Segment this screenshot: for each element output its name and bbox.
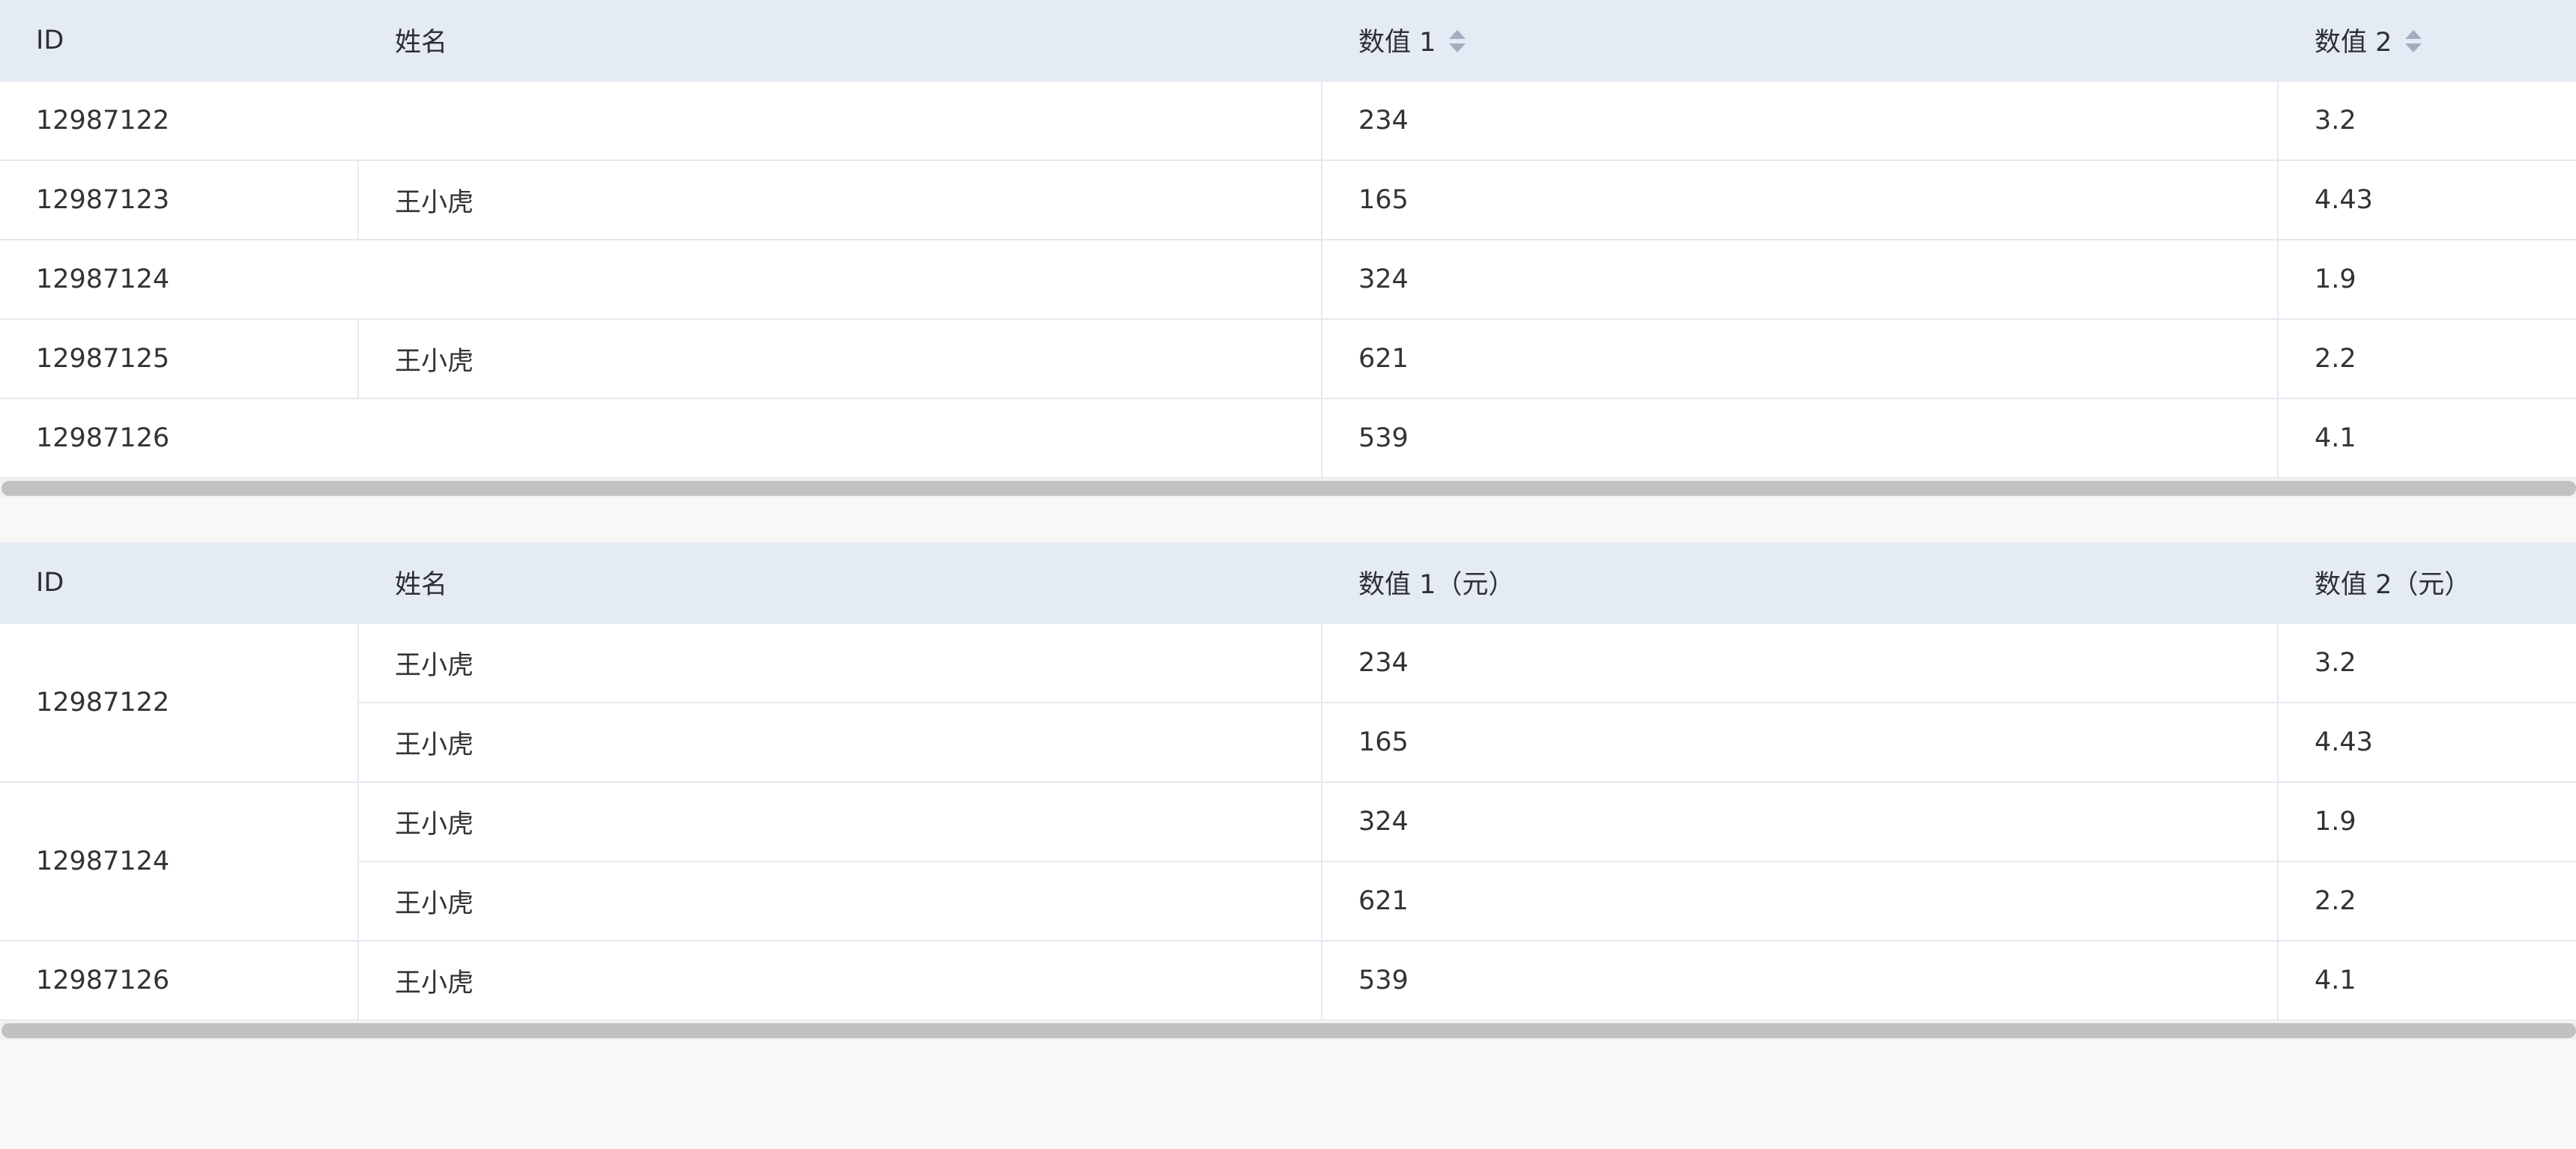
cell-value1: 324 xyxy=(1322,240,2279,320)
cell-value1: 234 xyxy=(1322,81,2279,161)
cell-value2: 4.43 xyxy=(2278,703,2576,783)
cell-name: 王小虎 xyxy=(358,319,1322,399)
page: ID 姓名 数值 1 数值 2 12987122 234 3.2 1298712… xyxy=(0,0,2576,1149)
sort-icon[interactable] xyxy=(2405,28,2422,54)
cell-name: 王小虎 xyxy=(358,623,1322,703)
cell-id: 12987124 xyxy=(0,240,358,320)
horizontal-scrollbar[interactable] xyxy=(0,1022,2576,1040)
scrollbar-thumb[interactable] xyxy=(1,1023,2576,1038)
header-value1-label: 数值 1 xyxy=(1358,28,1436,58)
cell-value2: 3.2 xyxy=(2278,623,2576,703)
table-row: 王小虎 165 4.43 xyxy=(0,703,2576,783)
table-row: 12987122 234 3.2 xyxy=(0,81,2576,161)
table-row: 12987125 王小虎 621 2.2 xyxy=(0,319,2576,399)
cell-value1: 539 xyxy=(1322,941,2279,1021)
cell-value1: 621 xyxy=(1322,319,2279,399)
table-row: 12987126 王小虎 539 4.1 xyxy=(0,941,2576,1021)
cell-id: 12987126 xyxy=(0,398,358,479)
cell-id: 12987122 xyxy=(0,623,359,783)
cell-value2: 3.2 xyxy=(2278,81,2576,161)
cell-value1: 165 xyxy=(1322,703,2279,783)
table-row: 12987123 王小虎 165 4.43 xyxy=(0,160,2576,240)
table-row: 12987122 王小虎 234 3.2 xyxy=(0,623,2576,783)
cell-name xyxy=(358,81,1322,161)
cell-value1: 234 xyxy=(1322,623,2279,703)
cell-value2: 2.2 xyxy=(2278,319,2576,399)
header-value1[interactable]: 数值 1 xyxy=(1322,0,2279,82)
cell-value2: 2.2 xyxy=(2278,861,2576,942)
cell-value1: 165 xyxy=(1322,160,2279,240)
table-header-row: ID 姓名 数值 1 数值 2 xyxy=(0,0,2576,82)
cell-value1: 324 xyxy=(1322,782,2279,862)
header-value2: 数值 2（元） xyxy=(2278,542,2576,624)
horizontal-scrollbar[interactable] xyxy=(0,479,2576,497)
cell-value2: 4.1 xyxy=(2278,941,2576,1021)
header-value2-label: 数值 2 xyxy=(2315,28,2392,58)
sort-icon[interactable] xyxy=(1449,28,1466,54)
table-row: 王小虎 621 2.2 xyxy=(0,861,2576,942)
table-row: 12987124 324 1.9 xyxy=(0,240,2576,320)
table-row: 12987126 539 4.1 xyxy=(0,398,2576,479)
header-id: ID xyxy=(0,542,359,624)
cell-value1: 621 xyxy=(1322,861,2279,942)
data-table-2: ID 姓名 数值 1（元） 数值 2（元） 12987122 王小虎 234 3… xyxy=(0,542,2576,1021)
cell-name xyxy=(358,398,1322,479)
cell-name: 王小虎 xyxy=(358,703,1322,783)
cell-value1: 539 xyxy=(1322,398,2279,479)
header-value2[interactable]: 数值 2 xyxy=(2278,0,2576,82)
header-name: 姓名 xyxy=(358,542,1322,624)
cell-name: 王小虎 xyxy=(358,160,1322,240)
header-name: 姓名 xyxy=(358,0,1322,82)
cell-name: 王小虎 xyxy=(358,782,1322,862)
table-header-row: ID 姓名 数值 1（元） 数值 2（元） xyxy=(0,542,2576,624)
cell-value2: 1.9 xyxy=(2278,240,2576,320)
cell-id: 12987125 xyxy=(0,319,359,399)
cell-id: 12987123 xyxy=(0,160,359,240)
cell-value2: 4.1 xyxy=(2278,398,2576,479)
cell-value2: 4.43 xyxy=(2278,160,2576,240)
table-row: 12987124 王小虎 324 1.9 xyxy=(0,782,2576,942)
data-table-1: ID 姓名 数值 1 数值 2 12987122 234 3.2 1298712… xyxy=(0,0,2576,479)
cell-name xyxy=(358,240,1322,320)
header-id: ID xyxy=(0,0,359,82)
header-value1: 数值 1（元） xyxy=(1322,542,2279,624)
cell-id: 12987124 xyxy=(0,782,359,942)
cell-name: 王小虎 xyxy=(358,941,1322,1021)
cell-id: 12987122 xyxy=(0,81,358,161)
scrollbar-thumb[interactable] xyxy=(1,481,2576,496)
cell-name: 王小虎 xyxy=(358,861,1322,942)
cell-value2: 1.9 xyxy=(2278,782,2576,862)
cell-id: 12987126 xyxy=(0,941,359,1021)
